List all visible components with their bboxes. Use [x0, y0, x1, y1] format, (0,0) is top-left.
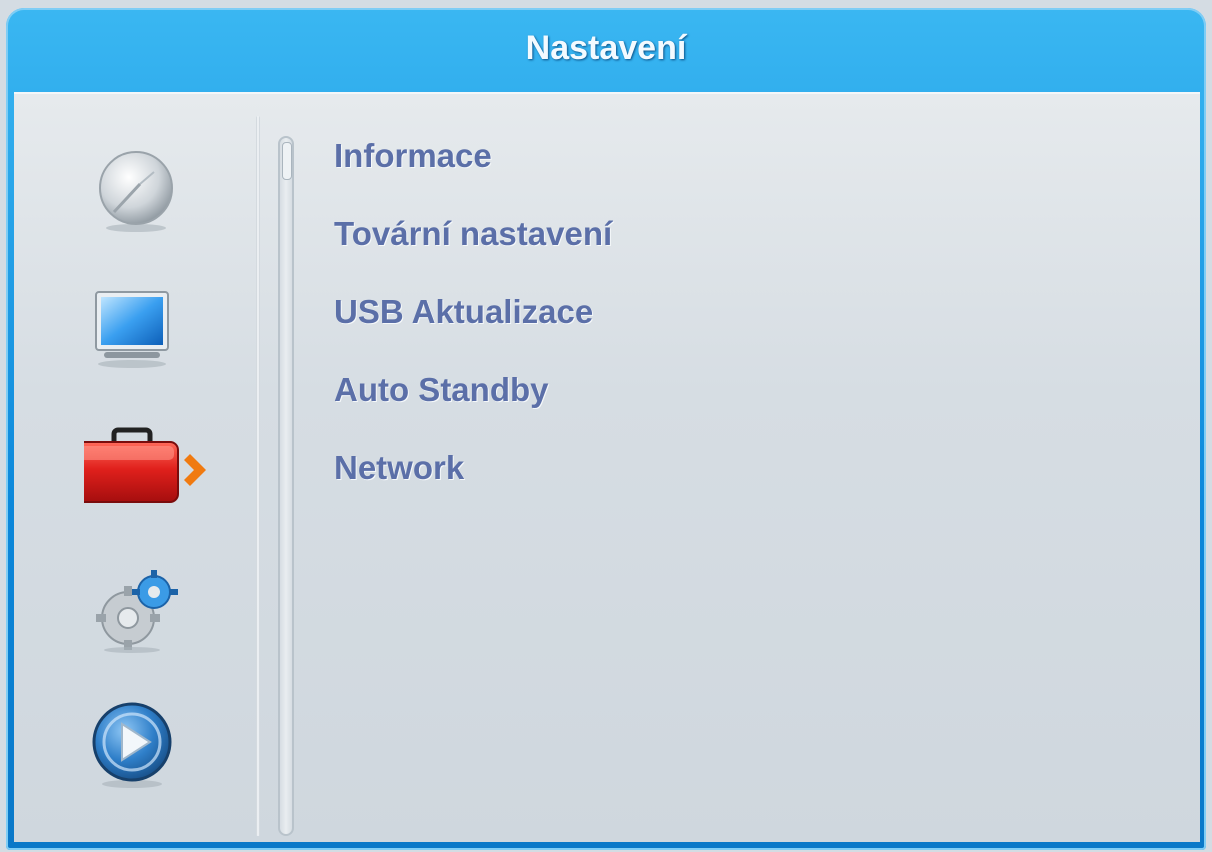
media-play-icon [92, 702, 172, 788]
sidebar-item-system[interactable] [84, 564, 234, 654]
category-sidebar [14, 94, 264, 842]
settings-menu: Informace Tovární nastavení USB Aktualiz… [334, 124, 1154, 514]
settings-panel: Informace Tovární nastavení USB Aktualiz… [14, 92, 1200, 842]
menu-item-informace[interactable]: Informace [334, 124, 1154, 202]
sidebar-item-media[interactable] [84, 700, 234, 790]
toolbox-icon [84, 427, 206, 503]
settings-gears-icon [96, 570, 178, 653]
sidebar-divider [256, 116, 260, 836]
menu-item-usb-update[interactable]: USB Aktualizace [334, 280, 1154, 358]
scrollbar-thumb[interactable] [282, 142, 292, 180]
sidebar-item-installation[interactable] [84, 142, 234, 232]
title-bar: Nastavení [6, 8, 1206, 94]
window-title: Nastavení [525, 28, 687, 67]
menu-item-network[interactable]: Network [334, 436, 1154, 514]
menu-item-factory-reset[interactable]: Tovární nastavení [334, 202, 1154, 280]
osd-screen: Nastavení Informace Tovární nastavení US… [0, 0, 1212, 852]
sidebar-item-tools[interactable] [84, 424, 234, 514]
tv-monitor-icon [95, 291, 169, 368]
satellite-dish-icon [99, 151, 173, 232]
sidebar-item-picture[interactable] [84, 284, 234, 374]
menu-scrollbar[interactable] [278, 136, 294, 836]
menu-item-auto-standby[interactable]: Auto Standby [334, 358, 1154, 436]
